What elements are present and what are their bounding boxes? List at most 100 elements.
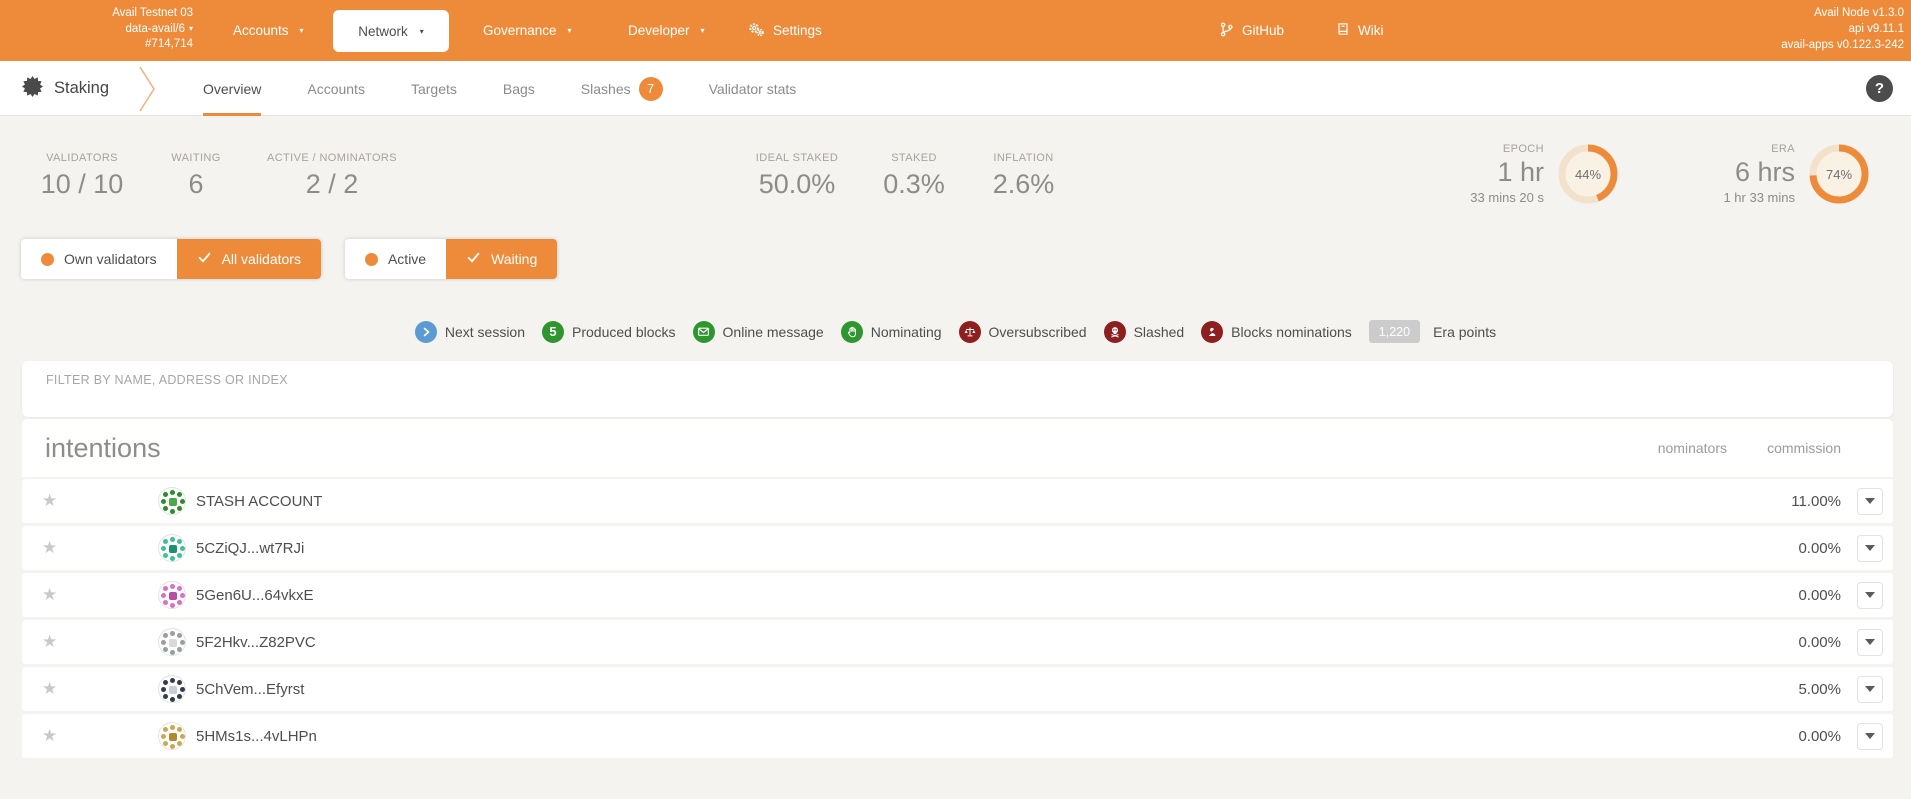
github-link[interactable]: GitHub [1218,0,1284,61]
column-commission: commission [1767,440,1841,456]
epoch-remaining: 33 mins 20 s [1404,190,1544,205]
favorite-star-icon[interactable]: ★ [42,679,57,699]
help-button[interactable]: ? [1866,75,1893,102]
table-row: ★ STASH ACCOUNT 11.00% [22,479,1893,523]
era-points-badge: 1,220 [1369,320,1420,343]
epoch-progress-ring: 44% [1556,142,1620,206]
favorite-star-icon[interactable]: ★ [42,585,57,605]
radio-dot-icon [41,253,54,266]
legend-era-points: 1,220 Era points [1369,320,1496,343]
staking-page: Avail Testnet 03 data-avail/6▾ #714,714 … [0,0,1911,799]
tab-accounts[interactable]: Accounts [307,61,365,116]
breadcrumb: Staking [22,61,109,116]
account-name[interactable]: 5HMs1s...4vLHPn [196,728,317,745]
commission-value: 0.00% [1798,587,1841,604]
expand-row-button[interactable] [1857,535,1883,562]
tab-overview[interactable]: Overview [203,61,261,116]
active-button[interactable]: Active [345,239,446,279]
commission-value: 0.00% [1798,540,1841,557]
tab-slashes[interactable]: Slashes 7 [581,61,663,116]
expand-row-button[interactable] [1857,629,1883,656]
stat-ideal-staked: IDEAL STAKED 50.0% [737,152,857,200]
api-version: api v9.11.1 [1781,21,1904,37]
era-label: ERA [1655,143,1795,155]
epoch-percent: 44% [1556,142,1620,206]
account-name[interactable]: STASH ACCOUNT [196,493,322,510]
stat-inflation: INFLATION 2.6% [971,152,1076,200]
identicon[interactable] [158,487,186,515]
era-timer: ERA 6 hrs 1 hr 33 mins 74% [1655,142,1871,206]
table-row: ★ 5F2Hkv...Z82PVC 0.00% [22,620,1893,664]
identicon[interactable] [158,722,186,750]
version-info: Avail Node v1.3.0 api v9.11.1 avail-apps… [1781,5,1904,53]
summary-section: VALIDATORS 10 / 10 WAITING 6 ACTIVE / NO… [0,116,1911,246]
tab-list: Overview Accounts Targets Bags Slashes 7… [203,61,796,116]
block-count-icon: 5 [542,321,564,343]
legend-nominating: Nominating [841,321,942,343]
caret-down-icon: ▾ [568,26,572,35]
epoch-value: 1 hr [1404,157,1544,188]
filter-panel [22,361,1893,417]
expand-row-button[interactable] [1857,582,1883,609]
era-progress-ring: 74% [1807,142,1871,206]
person-slash-icon [1201,321,1223,343]
expand-row-button[interactable] [1857,676,1883,703]
tab-targets[interactable]: Targets [411,61,457,116]
caret-down-icon: ▾ [300,26,304,35]
tab-bags[interactable]: Bags [503,61,535,116]
table-row: ★ 5HMs1s...4vLHPn 0.00% [22,714,1893,758]
scales-icon [959,321,981,343]
breadcrumb-chevron-icon [138,65,158,118]
legend-oversubscribed: Oversubscribed [959,321,1087,343]
filter-toggles: Own validators All validators Active Wai… [21,239,557,279]
filter-input[interactable] [22,361,1893,417]
identicon[interactable] [158,534,186,562]
stat-waiting: WAITING 6 [146,152,246,200]
waiting-button[interactable]: Waiting [446,239,557,279]
account-name[interactable]: 5F2Hkv...Z82PVC [196,634,316,651]
apps-version: avail-apps v0.122.3-242 [1781,37,1904,53]
era-value: 6 hrs [1655,157,1795,188]
skull-icon [1104,321,1126,343]
identicon[interactable] [158,628,186,656]
expand-row-button[interactable] [1857,723,1883,750]
tab-validator-stats[interactable]: Validator stats [709,61,797,116]
era-percent: 74% [1807,142,1871,206]
chain-selector[interactable]: Avail Testnet 03 data-avail/6▾ #714,714 [45,6,193,53]
own-validators-button[interactable]: Own validators [21,239,177,279]
identicon[interactable] [158,675,186,703]
wiki-link[interactable]: Wiki [1335,0,1384,61]
caret-down-icon [1865,639,1875,645]
menu-network[interactable]: Network▾ [333,10,449,52]
commission-value: 5.00% [1798,681,1841,698]
account-name[interactable]: 5CZiQJ...wt7RJi [196,540,304,557]
status-legend: Next session 5 Produced blocks Online me… [0,320,1911,343]
identicon[interactable] [158,581,186,609]
chain-block-number: #714,714 [45,37,193,53]
expand-row-button[interactable] [1857,488,1883,515]
account-name[interactable]: 5Gen6U...64vkxE [196,587,314,604]
stat-validators: VALIDATORS 10 / 10 [22,152,142,200]
github-branch-icon [1218,21,1235,41]
all-validators-button[interactable]: All validators [177,239,321,279]
caret-down-icon: ▾ [701,26,705,35]
favorite-star-icon[interactable]: ★ [42,491,57,511]
tab-bar: Staking Overview Accounts Targets Bags S… [0,61,1911,116]
menu-accounts[interactable]: Accounts▾ [233,0,304,61]
commission-value: 0.00% [1798,634,1841,651]
caret-down-icon [1865,686,1875,692]
account-name[interactable]: 5ChVem...Efyrst [196,681,304,698]
caret-down-icon [1865,498,1875,504]
era-remaining: 1 hr 33 mins [1655,190,1795,205]
table-header: intentions nominators commission [22,419,1893,477]
menu-governance[interactable]: Governance▾ [483,0,572,61]
favorite-star-icon[interactable]: ★ [42,726,57,746]
menu-settings[interactable]: Settings [747,0,822,61]
commission-value: 0.00% [1798,728,1841,745]
favorite-star-icon[interactable]: ★ [42,538,57,558]
favorite-star-icon[interactable]: ★ [42,632,57,652]
menu-developer[interactable]: Developer▾ [628,0,705,61]
slashes-count-badge: 7 [639,77,663,101]
caret-down-icon [1865,592,1875,598]
validator-rows: ★ STASH ACCOUNT 11.00% ★ 5CZiQJ...wt7RJi… [22,479,1893,761]
